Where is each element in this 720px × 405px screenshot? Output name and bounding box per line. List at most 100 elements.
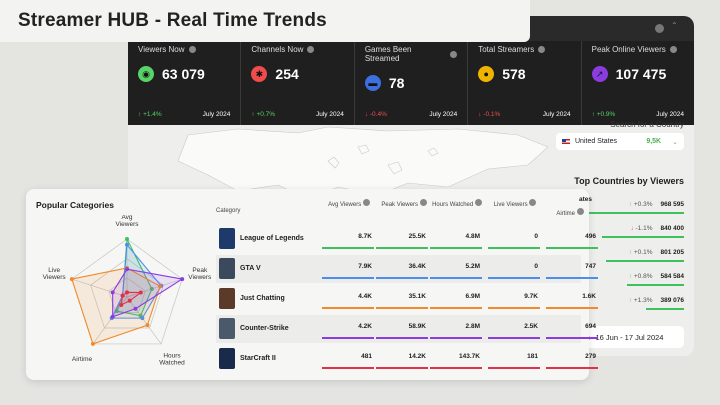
table-row[interactable]: Just Chatting 4.4K 35.1K 6.9M 9.7K 1.6K xyxy=(216,285,598,313)
cell-live: 181 xyxy=(527,353,538,360)
stat-change: ↓ -0.1% xyxy=(478,111,501,118)
stat-footer: ↑ +1.4% July 2024 xyxy=(138,111,230,118)
cell-hours-bar xyxy=(430,247,482,249)
country-row[interactable]: ↑ +0.8% 584 584 xyxy=(584,264,684,288)
cell-airtime: 279 xyxy=(585,353,596,360)
radar-point xyxy=(119,302,124,307)
radar-point xyxy=(110,314,115,319)
radar-axis-label: Hours Watched xyxy=(159,352,185,366)
country-viewers-bar xyxy=(627,284,684,286)
col-avg-viewers-label: Avg Viewers xyxy=(328,202,362,208)
cell-airtime: 747 xyxy=(585,263,596,270)
radar-point xyxy=(125,237,129,241)
country-viewers: 801 205 xyxy=(660,248,685,256)
stat-card[interactable]: Peak Online Viewers ↗ 107 475 ↑ +0.9% Ju… xyxy=(580,41,694,125)
stat-period: July 2024 xyxy=(202,111,231,118)
stat-card[interactable]: Channels Now ✱ 254 ↑ +0.7% July 2024 xyxy=(240,41,353,125)
cell-avg-bar xyxy=(322,247,374,249)
stat-card[interactable]: Total Streamers ● 578 ↓ -0.1% July 2024 xyxy=(467,41,580,125)
categories-radar-chart: Avg Viewers Peak Viewers Hours Watched Airtime… xyxy=(43,215,212,366)
col-live-viewers[interactable]: Live Viewers xyxy=(490,199,540,210)
col-peak-viewers[interactable]: Peak Viewers xyxy=(379,199,429,210)
country-search-select[interactable]: United States 9,5K ⌄ xyxy=(556,133,684,150)
popular-categories-card: Popular Categories Avg Viewers Peak Viewers… xyxy=(26,189,598,380)
info-icon[interactable] xyxy=(576,208,584,215)
cell-hours: 6.9M xyxy=(465,293,480,300)
country-row[interactable]: ↓ -1.1% 840 400 xyxy=(584,216,684,240)
stat-change-value: -0.1% xyxy=(483,111,501,118)
cell-airtime-bar xyxy=(546,247,598,249)
title-bar: Streamer HUB - Real Time Trends xyxy=(0,0,530,42)
info-icon[interactable] xyxy=(307,46,315,53)
country-change: ↓ -1.1% xyxy=(630,224,653,232)
stat-change-value: +0.7% xyxy=(256,111,276,118)
cell-live: 9.7K xyxy=(524,293,538,300)
cell-airtime: 1.6K xyxy=(582,293,596,300)
cell-avg: 4.4K xyxy=(358,293,372,300)
info-icon[interactable] xyxy=(669,46,677,53)
radar-point xyxy=(90,341,95,346)
table-row[interactable]: StarCraft II 481 14.2K 143.7K 181 279 xyxy=(216,345,598,373)
stat-change-value: +1.4% xyxy=(143,111,162,118)
cell-airtime-bar xyxy=(546,277,598,279)
stat-change-value: +0.9% xyxy=(596,111,616,118)
col-airtime[interactable]: Airtime xyxy=(540,208,600,219)
radar-point xyxy=(125,290,129,295)
stat-value-row: ▬ 78 xyxy=(364,75,457,91)
cell-live-bar xyxy=(488,277,540,279)
cell-peak-bar xyxy=(376,367,428,369)
col-category: Category xyxy=(216,208,241,214)
col-avg-viewers[interactable]: Avg Viewers xyxy=(324,199,374,210)
stat-value: 63 079 xyxy=(162,66,205,82)
radar-axis-label: Airtime xyxy=(72,356,93,363)
radar-point xyxy=(125,242,129,247)
col-hours-watched[interactable]: Hours Watched xyxy=(432,199,482,210)
info-icon[interactable] xyxy=(655,24,664,33)
country-viewers: 840 400 xyxy=(660,224,685,232)
info-icon[interactable] xyxy=(450,50,458,58)
country-row[interactable]: ↑ +0.1% 801 205 xyxy=(584,240,684,264)
table-row[interactable]: League of Legends 8.7K 25.5K 4.8M 0 496 xyxy=(216,225,598,253)
stat-card[interactable]: Games Been Streamed ▬ 78 ↓ -0.4% July 20… xyxy=(353,41,467,125)
stat-card[interactable]: Viewers Now ◉ 63 079 ↑ +1.4% July 2024 xyxy=(128,41,240,125)
stat-value: 78 xyxy=(388,75,405,91)
country-viewers-bar xyxy=(589,212,684,214)
country-change: ↑ +1.3% xyxy=(628,296,653,304)
country-change-value: +0.3% xyxy=(633,200,653,208)
cell-avg: 7.9K xyxy=(358,263,372,270)
stat-value-row: ↗ 107 475 xyxy=(591,66,684,82)
col-airtime-label: Airtime xyxy=(556,211,575,217)
stat-footer: ↑ +0.9% July 2024 xyxy=(592,111,684,118)
eye-icon: ◉ xyxy=(138,66,154,82)
info-icon[interactable] xyxy=(188,46,196,53)
info-icon[interactable] xyxy=(538,46,546,53)
chevron-up-icon[interactable]: ⌃ xyxy=(671,21,680,30)
cell-peak: 36.4K xyxy=(408,263,426,270)
stat-value: 254 xyxy=(275,66,299,82)
stat-label-row: Total Streamers xyxy=(478,45,570,54)
table-row[interactable]: GTA V 7.9K 36.4K 5.2M 0 747 xyxy=(216,255,598,283)
info-icon[interactable] xyxy=(474,199,482,206)
cell-peak-bar xyxy=(376,307,428,309)
cell-peak: 14.2K xyxy=(408,353,426,360)
stat-footer: ↓ -0.1% July 2024 xyxy=(478,111,570,118)
cell-avg-bar xyxy=(322,367,374,369)
info-icon[interactable] xyxy=(529,199,537,206)
info-icon[interactable] xyxy=(362,199,370,206)
category-thumbnail xyxy=(219,258,235,279)
broadcast-icon: ✱ xyxy=(251,66,268,82)
country-row[interactable]: ↑ +1.3% 389 076 xyxy=(584,288,684,312)
table-row[interactable]: Counter-Strike 4.2K 58.9K 2.8M 2.5K 694 xyxy=(216,315,598,343)
stat-change: ↓ -0.4% xyxy=(364,111,387,118)
top-countries-title: Top Countries by Viewers xyxy=(574,176,684,186)
country-change: ↑ +0.8% xyxy=(628,272,653,280)
cell-live: 0 xyxy=(534,233,538,240)
radar-axis-label: Avg Viewers xyxy=(115,215,139,228)
stat-label: Total Streamers xyxy=(478,45,535,54)
stat-label-row: Peak Online Viewers xyxy=(592,45,684,54)
country-change-value: +0.8% xyxy=(633,272,653,280)
stat-value: 578 xyxy=(502,66,526,82)
country-change-value: +0.1% xyxy=(633,248,653,256)
info-icon[interactable] xyxy=(419,199,427,206)
category-thumbnail xyxy=(219,288,235,309)
